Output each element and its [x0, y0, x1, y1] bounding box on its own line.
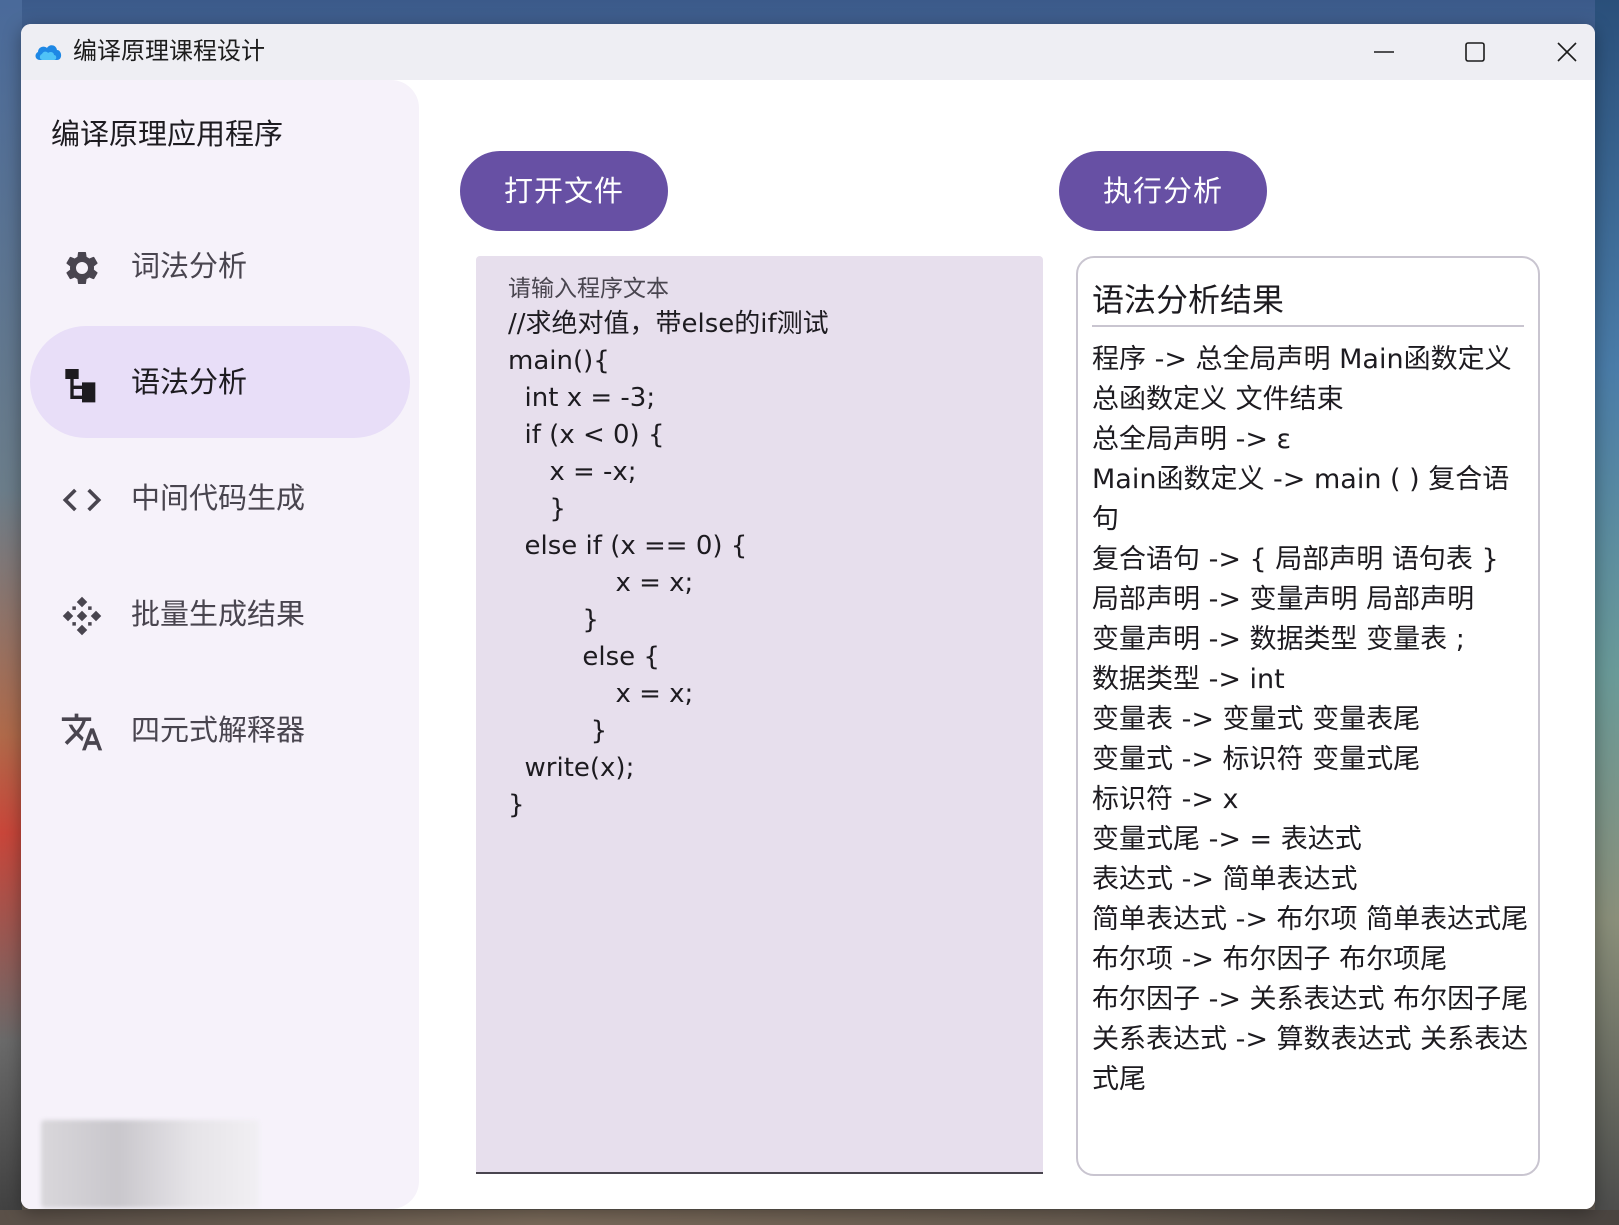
result-title: 语法分析结果 [1092, 281, 1285, 319]
result-line: 变量式 -> 标识符 变量式尾 [1092, 744, 1421, 775]
title-bar[interactable]: 编译原理课程设计 [21, 24, 1595, 80]
batch-icon [60, 594, 104, 638]
result-line: 总全局声明 -> ε [1092, 424, 1292, 455]
result-line: 简单表达式 -> 布尔项 简单表达式尾 [1092, 904, 1529, 935]
program-code[interactable]: //求绝对值，带else的if测试 main(){ int x = -3; if… [508, 306, 829, 824]
result-line: 复合语句 -> { 局部声明 语句表 } [1092, 544, 1499, 575]
result-list[interactable]: 程序 -> 总全局声明 Main函数定义 总函数定义 文件结束 总全局声明 ->… [1092, 340, 1532, 1140]
result-line: 标识符 -> x [1092, 784, 1239, 815]
cloud-app-icon [33, 40, 63, 64]
result-line: 变量声明 -> 数据类型 变量表 ; [1092, 624, 1465, 655]
nav-label-batch: 批量生成结果 [131, 597, 306, 631]
program-text-label: 请输入程序文本 [508, 276, 669, 302]
nav-item-syntax[interactable]: 语法分析 [30, 326, 410, 438]
nav-item-quadruple-interpreter[interactable]: 四元式解释器 [30, 674, 410, 786]
result-line: 局部声明 -> 变量声明 局部声明 [1092, 584, 1475, 615]
main-content: 编译原理应用程序 词法分析 语法分析 中间代码生成 批量生成结果 四元式解释器 … [21, 80, 1595, 1209]
result-divider [1092, 325, 1524, 327]
nav-label-lexical: 词法分析 [131, 249, 248, 283]
maximize-icon [1465, 42, 1485, 62]
close-button[interactable] [1521, 24, 1595, 80]
result-line: 表达式 -> 简单表达式 [1092, 864, 1358, 895]
drawer-title: 编译原理应用程序 [51, 117, 284, 151]
result-line: 变量式尾 -> = 表达式 [1092, 824, 1362, 855]
desktop-wallpaper-left [0, 0, 22, 1225]
open-file-button[interactable]: 打开文件 [460, 151, 668, 231]
window-title: 编译原理课程设计 [73, 37, 265, 65]
code-icon [60, 478, 104, 522]
desktop-wallpaper-right [1595, 0, 1619, 1225]
result-line: 布尔因子 -> 关系表达式 布尔因子尾 [1092, 984, 1529, 1015]
minimize-icon [1374, 51, 1394, 53]
result-line: 布尔项 -> 布尔因子 布尔项尾 [1092, 944, 1448, 975]
gear-icon [60, 246, 104, 290]
nav-label-intermediate-code: 中间代码生成 [131, 481, 306, 515]
account-avatar[interactable] [41, 1120, 259, 1208]
result-line: 数据类型 -> int [1092, 664, 1285, 695]
program-text-input[interactable]: 请输入程序文本 //求绝对值，带else的if测试 main(){ int x … [476, 256, 1043, 1174]
run-analysis-button[interactable]: 执行分析 [1059, 151, 1267, 231]
translate-icon [60, 710, 104, 754]
desktop-wallpaper-bottom [0, 1210, 1619, 1225]
nav-item-batch[interactable]: 批量生成结果 [30, 558, 410, 670]
syntax-result-card: 语法分析结果 程序 -> 总全局声明 Main函数定义 总函数定义 文件结束 总… [1076, 256, 1540, 1176]
minimize-button[interactable] [1338, 24, 1430, 80]
nav-label-quadruple-interpreter: 四元式解释器 [131, 713, 306, 747]
nav-item-intermediate-code[interactable]: 中间代码生成 [30, 442, 410, 554]
app-window: 编译原理课程设计 编译原理应用程序 词法分析 语法分析 中间代码生成 批量生成结… [21, 24, 1595, 1209]
maximize-button[interactable] [1429, 24, 1521, 80]
nav-label-syntax: 语法分析 [131, 365, 248, 399]
result-line: Main函数定义 -> main ( ) 复合语句 [1092, 464, 1510, 535]
result-line: 变量表 -> 变量式 变量表尾 [1092, 704, 1421, 735]
nav-item-lexical[interactable]: 词法分析 [30, 210, 410, 322]
tree-icon [60, 362, 104, 406]
result-line: 程序 -> 总全局声明 Main函数定义 总函数定义 文件结束 [1092, 344, 1512, 415]
result-line: 关系表达式 -> 算数表达式 关系表达式尾 [1092, 1024, 1529, 1095]
close-icon [1557, 42, 1577, 62]
navigation-drawer: 编译原理应用程序 词法分析 语法分析 中间代码生成 批量生成结果 四元式解释器 [21, 80, 419, 1209]
